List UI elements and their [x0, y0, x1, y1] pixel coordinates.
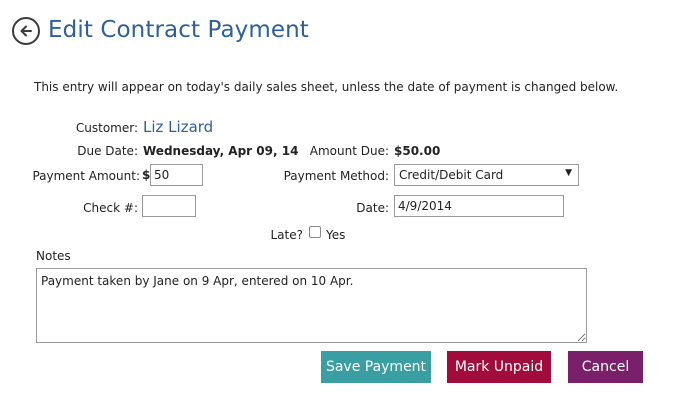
cancel-button[interactable]: Cancel [568, 351, 643, 383]
arrow-left-icon [20, 25, 32, 37]
due-date-label: Due Date: [77, 144, 138, 158]
chevron-down-icon: ▼ [565, 168, 572, 178]
payment-method-label: Payment Method: [283, 169, 389, 183]
check-number-input[interactable] [142, 195, 196, 217]
save-payment-button[interactable]: Save Payment [321, 351, 431, 383]
amount-due-value: $50.00 [394, 144, 441, 158]
payment-amount-label: Payment Amount: [32, 169, 140, 183]
notes-textarea[interactable] [36, 268, 587, 343]
due-date-value: Wednesday, Apr 09, 14 [143, 144, 299, 158]
intro-text: This entry will appear on today's daily … [34, 80, 619, 94]
notes-label: Notes [36, 249, 71, 263]
late-checkbox[interactable] [309, 226, 321, 238]
date-label: Date: [356, 201, 389, 215]
payment-method-select[interactable]: Credit/Debit Card ▼ [394, 164, 579, 186]
late-label: Late? [270, 228, 304, 242]
amount-due-label: Amount Due: [309, 144, 389, 158]
mark-unpaid-button[interactable]: Mark Unpaid [447, 351, 551, 383]
customer-label: Customer: [75, 121, 138, 135]
back-button[interactable] [12, 17, 40, 45]
late-yes-label[interactable]: Yes [326, 228, 345, 242]
check-number-label: Check #: [83, 201, 138, 215]
payment-method-selected: Credit/Debit Card [399, 168, 504, 182]
payment-date-input[interactable] [394, 195, 564, 217]
payment-amount-input[interactable] [150, 164, 203, 186]
customer-name-link[interactable]: Liz Lizard [143, 118, 213, 136]
page-title: Edit Contract Payment [48, 17, 309, 43]
